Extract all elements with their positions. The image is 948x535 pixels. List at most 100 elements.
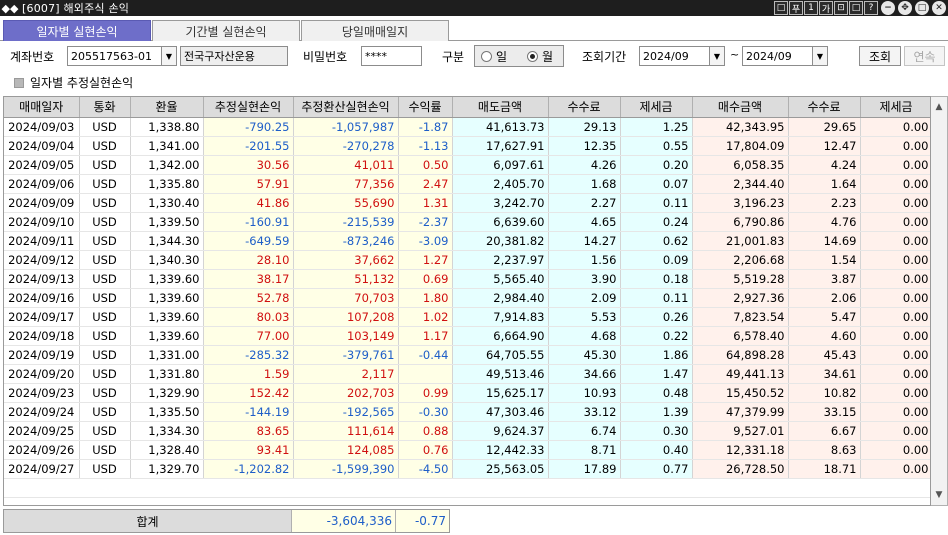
- cell-currency: USD: [79, 136, 131, 156]
- pin-icon[interactable]: 푸: [789, 1, 803, 15]
- cell-buy-fee: 2.23: [788, 193, 861, 213]
- cell-trade-date: 2024/09/23: [4, 383, 80, 403]
- cell-sell-amount: 64,705.55: [452, 345, 549, 365]
- cell-sell-fee: 14.27: [548, 231, 621, 251]
- period-from-select[interactable]: 2024/09 ▼: [639, 46, 725, 66]
- account-select[interactable]: 205517563-01 ▼: [67, 46, 177, 66]
- table-row[interactable]: 2024/09/05 USD 1,342.00 30.56 41,011 0.50 6,09…: [4, 155, 930, 175]
- cell-buy-tax: 0.00: [860, 402, 930, 422]
- tab-period-realized[interactable]: 기간별 실현손익: [152, 20, 300, 41]
- layout-icon[interactable]: □: [774, 1, 788, 15]
- window-controls: □ 푸 1 가 ⊡ □ ? − ✥ □ ✕: [774, 1, 946, 15]
- continue-button[interactable]: 연속: [904, 46, 945, 66]
- col-est-realized-pnl[interactable]: 추정실현손익: [203, 97, 294, 118]
- empty-cell: [548, 497, 620, 505]
- help-icon[interactable]: ?: [864, 1, 878, 15]
- col-currency[interactable]: 통화: [79, 97, 131, 118]
- minimize-icon[interactable]: −: [881, 1, 895, 15]
- copy-icon[interactable]: □: [849, 1, 863, 15]
- cell-fx-rate: 1,339.60: [130, 288, 204, 308]
- empty-cell: [293, 478, 398, 498]
- cell-fx-rate: 1,339.60: [130, 326, 204, 346]
- cell-sell-amount: 17,627.91: [452, 136, 549, 156]
- col-sell-fee[interactable]: 수수료: [548, 97, 621, 118]
- col-buy-amount[interactable]: 매수금액: [692, 97, 789, 118]
- cell-return-rate: -4.50: [398, 459, 453, 479]
- cell-buy-amount: 15,450.52: [692, 383, 789, 403]
- table-row[interactable]: 2024/09/11 USD 1,344.30 -649.59 -873,246 -3.0…: [4, 231, 930, 251]
- cell-currency: USD: [79, 212, 131, 232]
- radio-month[interactable]: [527, 50, 539, 62]
- table-row[interactable]: 2024/09/10 USD 1,339.50 -160.91 -215,539 -2.3…: [4, 212, 930, 232]
- table-row[interactable]: 2024/09/03 USD 1,338.80 -790.25 -1,057,987 -1…: [4, 117, 930, 137]
- empty-cell: [398, 478, 452, 498]
- cell-sell-tax: 0.07: [620, 174, 693, 194]
- maximize-icon[interactable]: □: [915, 1, 929, 15]
- table-row[interactable]: 2024/09/24 USD 1,335.50 -144.19 -192,565 -0.3…: [4, 402, 930, 422]
- col-sell-amount[interactable]: 매도금액: [452, 97, 549, 118]
- query-button[interactable]: 조회: [859, 46, 901, 66]
- empty-cell: [203, 478, 293, 498]
- cell-sell-fee: 17.89: [548, 459, 621, 479]
- col-buy-fee[interactable]: 수수료: [788, 97, 861, 118]
- cell-trade-date: 2024/09/06: [4, 174, 80, 194]
- cell-sell-tax: 0.11: [620, 193, 693, 213]
- table-row[interactable]: 2024/09/16 USD 1,339.60 52.78 70,703 1.80 2,98…: [4, 288, 930, 308]
- scroll-up-icon[interactable]: ▲: [931, 99, 947, 115]
- cell-sell-amount: 6,097.61: [452, 155, 549, 175]
- tab-daily-trade-log[interactable]: 당일매매일지: [301, 20, 449, 41]
- period-to-select[interactable]: 2024/09 ▼: [742, 46, 828, 66]
- col-est-converted-pnl[interactable]: 추정환산실현손익: [293, 97, 399, 118]
- scroll-down-icon[interactable]: ▼: [931, 487, 947, 503]
- cell-sell-fee: 8.71: [548, 440, 621, 460]
- number-icon[interactable]: 1: [804, 1, 818, 15]
- cell-trade-date: 2024/09/25: [4, 421, 80, 441]
- table-row[interactable]: 2024/09/17 USD 1,339.60 80.03 107,208 1.02 7,9…: [4, 307, 930, 327]
- cell-currency: USD: [79, 288, 131, 308]
- cell-sell-fee: 34.66: [548, 364, 621, 384]
- cell-buy-fee: 3.87: [788, 269, 861, 289]
- move-icon[interactable]: ✥: [898, 1, 912, 15]
- cell-buy-fee: 45.43: [788, 345, 861, 365]
- dropdown-arrow-icon[interactable]: ▼: [709, 47, 724, 65]
- table-row[interactable]: 2024/09/18 USD 1,339.60 77.00 103,149 1.17 6,6…: [4, 326, 930, 346]
- table-row[interactable]: 2024/09/06 USD 1,335.80 57.91 77,356 2.47 2,40…: [4, 174, 930, 194]
- close-icon[interactable]: ✕: [932, 1, 946, 15]
- col-return-rate[interactable]: 수익률: [398, 97, 453, 118]
- font-icon[interactable]: 가: [819, 1, 833, 15]
- radio-day[interactable]: [481, 50, 492, 62]
- dropdown-arrow-icon[interactable]: ▼: [812, 47, 827, 65]
- col-buy-tax[interactable]: 제세금: [860, 97, 930, 118]
- table-row[interactable]: 2024/09/09 USD 1,330.40 41.86 55,690 1.31 3,24…: [4, 193, 930, 213]
- cell-trade-date: 2024/09/10: [4, 212, 80, 232]
- password-input[interactable]: ****: [361, 46, 422, 66]
- table-row[interactable]: 2024/09/04 USD 1,341.00 -201.55 -270,278 -1.1…: [4, 136, 930, 156]
- link-icon[interactable]: ⊡: [834, 1, 848, 15]
- cell-buy-tax: 0.00: [860, 250, 930, 270]
- cell-sell-amount: 7,914.83: [452, 307, 549, 327]
- dropdown-arrow-icon[interactable]: ▼: [161, 47, 176, 65]
- cell-est-realized-pnl: -1,202.82: [203, 459, 294, 479]
- table-row[interactable]: 2024/09/12 USD 1,340.30 28.10 37,662 1.27 2,23…: [4, 250, 930, 270]
- period-from-value: 2024/09: [643, 49, 689, 63]
- estimate-checkbox-row[interactable]: 일자별 추정실현손익: [14, 74, 133, 91]
- table-row[interactable]: 2024/09/19 USD 1,331.00 -285.32 -379,761 -0.4…: [4, 345, 930, 365]
- col-fx-rate[interactable]: 환율: [130, 97, 204, 118]
- cell-buy-amount: 9,527.01: [692, 421, 789, 441]
- col-sell-tax[interactable]: 제세금: [620, 97, 693, 118]
- tab-daily-realized[interactable]: 일자별 실현손익: [3, 20, 151, 41]
- table-row[interactable]: 2024/09/27 USD 1,329.70 -1,202.82 -1,599,390…: [4, 459, 930, 479]
- table-row[interactable]: 2024/09/13 USD 1,339.60 38.17 51,132 0.69 5,56…: [4, 269, 930, 289]
- type-radio-group: 일 월: [474, 45, 564, 67]
- estimate-checkbox[interactable]: [14, 77, 24, 88]
- table-row[interactable]: 2024/09/26 USD 1,328.40 93.41 124,085 0.76 12,…: [4, 440, 930, 460]
- table-row[interactable]: 2024/09/20 USD 1,331.80 1.59 2,117 49,513.46 3…: [4, 364, 930, 384]
- empty-cell: [452, 497, 548, 505]
- pnl-table[interactable]: 매매일자 통화 환율 추정실현손익 추정환산실현손익 수익률 매도금액 수수료 …: [3, 96, 931, 506]
- table-row[interactable]: 2024/09/25 USD 1,334.30 83.65 111,614 0.88 9,6…: [4, 421, 930, 441]
- cell-buy-amount: 21,001.83: [692, 231, 789, 251]
- vertical-scrollbar[interactable]: ▲ ▼: [931, 96, 948, 506]
- table-row[interactable]: 2024/09/23 USD 1,329.90 152.42 202,703 0.99 15…: [4, 383, 930, 403]
- col-trade-date[interactable]: 매매일자: [4, 97, 80, 118]
- cell-currency: USD: [79, 117, 131, 137]
